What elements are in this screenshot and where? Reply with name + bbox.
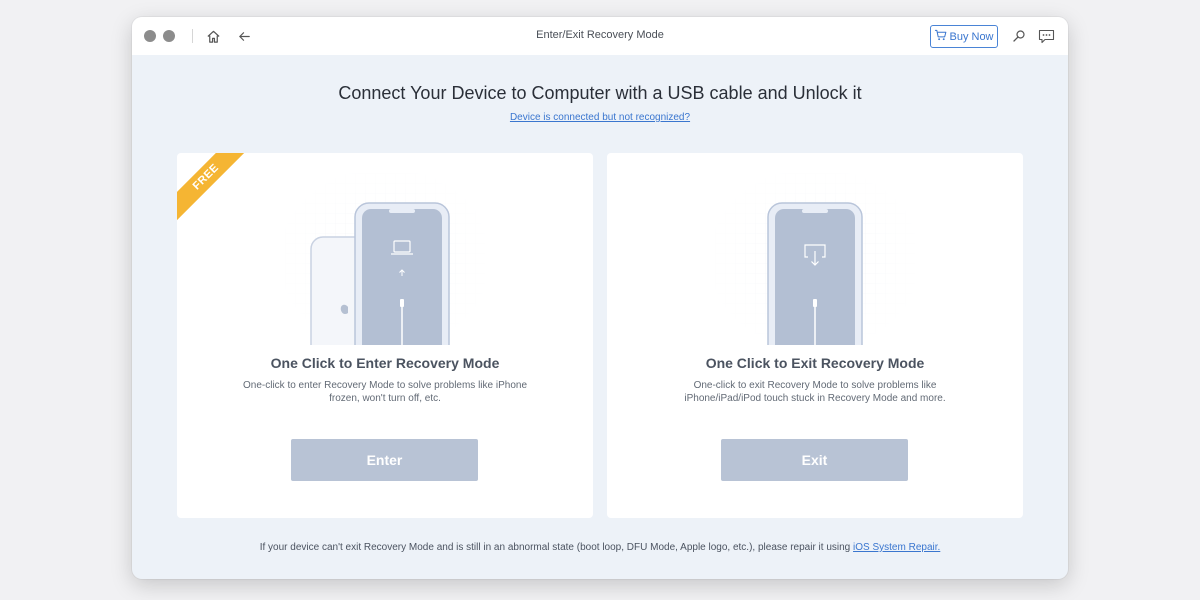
enter-recovery-illustration <box>285 173 485 345</box>
footer-text: If your device can't exit Recovery Mode … <box>259 542 854 553</box>
ios-system-repair-link[interactable]: iOS System Repair. <box>853 542 940 553</box>
exit-button[interactable]: Exit <box>721 439 908 481</box>
exit-recovery-title: One Click to Exit Recovery Mode <box>705 355 925 371</box>
help-link-not-recognized[interactable]: Device is connected but not recognized? <box>132 112 1068 123</box>
search-icon[interactable] <box>1010 27 1028 45</box>
buy-now-label: Buy Now <box>949 30 994 43</box>
feedback-icon[interactable] <box>1037 27 1055 45</box>
footer-note: If your device can't exit Recovery Mode … <box>132 542 1068 553</box>
title-bar: Enter/Exit Recovery Mode Buy Now <box>132 17 1068 55</box>
app-window: Enter/Exit Recovery Mode Buy Now Connect… <box>132 17 1068 579</box>
exit-recovery-illustration <box>715 173 915 345</box>
enter-button[interactable]: Enter <box>291 439 478 481</box>
window-title: Enter/Exit Recovery Mode <box>536 29 664 41</box>
exit-recovery-description: One-click to exit Recovery Mode to solve… <box>684 380 946 404</box>
cart-icon <box>934 29 947 44</box>
buy-now-button[interactable]: Buy Now <box>930 25 998 48</box>
exit-recovery-card: One Click to Exit Recovery Mode One-clic… <box>607 153 1023 518</box>
page-headline: Connect Your Device to Computer with a U… <box>338 83 862 103</box>
free-badge: FREE <box>177 153 257 233</box>
enter-recovery-title: One Click to Enter Recovery Mode <box>270 355 500 371</box>
free-badge-label: FREE <box>177 153 252 223</box>
help-link-text[interactable]: Device is connected but not recognized? <box>510 112 690 123</box>
enter-recovery-card: FREE One Click to Enter Recovery Mode On… <box>177 153 593 518</box>
enter-recovery-description: One-click to enter Recovery Mode to solv… <box>242 380 528 404</box>
